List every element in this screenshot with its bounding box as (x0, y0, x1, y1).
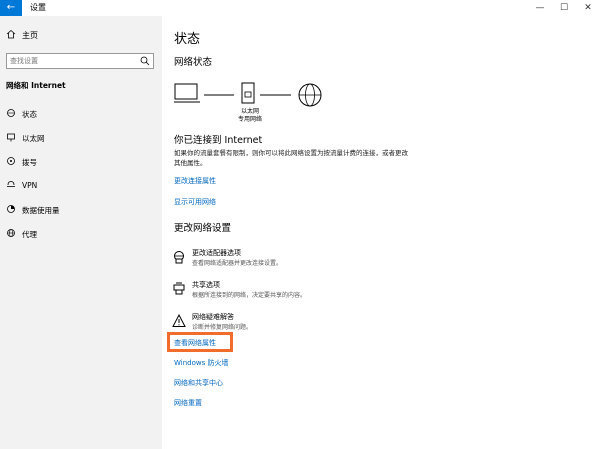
connection-description: 如果你的流量套餐有限制，则你可以将此网络设置为按流量计费的连接，或者更改其他属性… (174, 149, 408, 167)
maximize-button[interactable]: ☐ (552, 0, 576, 16)
connection-status-heading: 你已连接到 Internet (174, 135, 263, 146)
sidebar-item-label: 状态 (22, 110, 37, 119)
search-field[interactable] (6, 53, 154, 69)
sidebar: 主页 网络和 Internet 状态 以太网 (0, 16, 162, 449)
show-available-networks-link[interactable]: 显示可用网络 (174, 197, 216, 207)
close-button[interactable]: ✕ (576, 0, 600, 16)
sidebar-item-status[interactable]: 状态 (0, 104, 162, 124)
ethernet-adapter-icon (241, 82, 255, 104)
sidebar-item-proxy[interactable]: 代理 (0, 224, 162, 244)
network-status-heading: 网络状态 (174, 57, 213, 68)
network-reset-link[interactable]: 网络重置 (174, 398, 202, 408)
windows-firewall-link[interactable]: Windows 防火墙 (174, 358, 228, 368)
sharing-options-item[interactable]: 共享选项 根据所连接到的网络，决定要共享的内容。 (172, 280, 432, 306)
option-title: 共享选项 (192, 281, 220, 289)
sidebar-item-vpn[interactable]: VPN (0, 176, 162, 196)
sidebar-item-home[interactable]: 主页 (0, 26, 162, 46)
vpn-icon (7, 181, 15, 187)
settings-window: ← 设置 — ☐ ✕ 主页 网络和 Internet 状态 (0, 0, 600, 449)
status-icon (7, 109, 15, 117)
option-description: 根据所连接到的网络，决定要共享的内容。 (192, 292, 307, 299)
sidebar-item-label: VPN (22, 181, 38, 190)
sidebar-item-label: 数据使用量 (22, 206, 60, 215)
minimize-button[interactable]: — (528, 0, 552, 16)
change-network-settings-heading: 更改网络设置 (174, 223, 232, 234)
page-title: 状态 (174, 32, 201, 47)
sidebar-item-data-usage[interactable]: 数据使用量 (0, 200, 162, 220)
sharing-icon (173, 282, 185, 295)
option-description: 查看网络适配器并更改连接设置。 (192, 260, 283, 267)
sidebar-item-label: 以太网 (22, 134, 45, 143)
sidebar-item-dialup[interactable]: 拨号 (0, 152, 162, 172)
network-sharing-center-link[interactable]: 网络和共享中心 (174, 378, 223, 388)
sidebar-item-label: 代理 (22, 230, 37, 239)
network-diagram: 以太网 专用网络 (174, 78, 374, 140)
sidebar-item-ethernet[interactable]: 以太网 (0, 128, 162, 148)
home-icon (6, 29, 16, 39)
computer-icon (174, 83, 200, 103)
title-bar: ← 设置 — ☐ ✕ (0, 0, 600, 16)
main-content: 状态 网络状态 以太网 专用网络 你已连接到 Internet 如果你的流量套餐… (162, 16, 600, 449)
globe-icon (298, 83, 322, 107)
view-network-properties-link[interactable]: 查看网络属性 (174, 338, 216, 348)
network-type-label: 专用网络 (237, 116, 262, 123)
sidebar-item-label: 拨号 (22, 158, 37, 167)
option-title: 网络疑难解答 (192, 313, 234, 321)
ethernet-icon (7, 133, 15, 142)
back-button[interactable]: ← (0, 0, 22, 16)
adapter-icon (174, 251, 184, 264)
search-input[interactable] (10, 55, 138, 67)
window-title: 设置 (30, 3, 46, 12)
proxy-icon (7, 229, 15, 237)
data-usage-icon (7, 205, 15, 213)
option-description: 诊断并修复网络问题。 (192, 324, 253, 331)
sidebar-section-title: 网络和 Internet (6, 81, 66, 90)
search-icon[interactable] (140, 56, 150, 66)
option-title: 更改适配器选项 (192, 249, 241, 257)
back-arrow-icon: ← (6, 2, 16, 13)
warning-icon (172, 314, 186, 327)
change-connection-properties-link[interactable]: 更改连接属性 (174, 176, 216, 186)
dialup-icon (7, 157, 15, 165)
sidebar-item-label: 主页 (22, 31, 38, 40)
adapter-options-item[interactable]: 更改适配器选项 查看网络适配器并更改连接设置。 (172, 248, 432, 274)
